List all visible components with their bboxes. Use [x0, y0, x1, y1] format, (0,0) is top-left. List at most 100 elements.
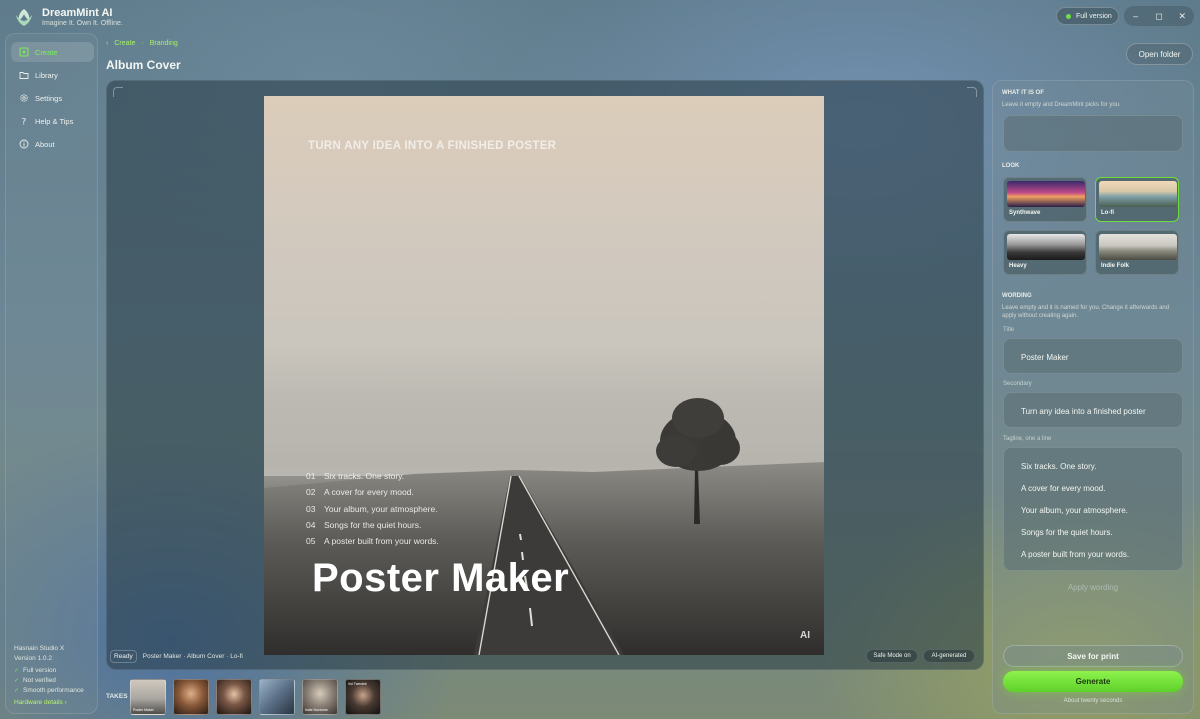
generate-button[interactable]: Generate [1003, 671, 1183, 692]
wording-heading: WORDING [1002, 293, 1032, 299]
track-title: Your album, your atmosphere. [324, 503, 438, 514]
track-number: 02 [306, 487, 316, 498]
version-badge[interactable]: Full version [1056, 7, 1119, 25]
gear-icon [20, 94, 28, 102]
minimize-icon[interactable]: – [1124, 6, 1147, 26]
look-label: Heavy [1009, 263, 1027, 269]
track-number: 04 [306, 520, 316, 531]
tagline-line: Six tracks. One story. [1021, 462, 1097, 471]
frame-corner [113, 87, 123, 97]
poster-tracklist: 01 Six tracks. One story. 02 A cover for e… [306, 468, 439, 549]
app-tagline: Imagine It. Own It. Offline. [42, 20, 123, 27]
status-bar: Ready Poster Maker · Album Cover · Lo-fi [110, 650, 243, 663]
tagline-field-label: Tagline, one a line [1003, 436, 1052, 442]
tagline-line: Songs for the quiet hours. [1021, 528, 1113, 537]
back-chevron-icon[interactable]: ‹ [106, 40, 108, 47]
apply-wording-button[interactable]: Apply wording [1003, 583, 1183, 592]
close-icon[interactable]: ✕ [1171, 6, 1194, 26]
track-number: 03 [306, 503, 316, 514]
take-thumbnail[interactable]: Vol Twentek [345, 679, 381, 715]
question-icon: ? [22, 118, 27, 127]
look-thumbnail [1099, 234, 1177, 260]
sidebar-item-label: Settings [35, 93, 63, 103]
track-row: 01 Six tracks. One story. [306, 468, 439, 484]
maximize-icon[interactable]: ◻ [1147, 6, 1170, 26]
status-info: Poster Maker · Album Cover · Lo-fi [142, 653, 243, 660]
hardware-details-link[interactable]: Hardware details › [14, 699, 67, 706]
wording-hint: Leave empty and it is named for you. Cha… [1002, 305, 1170, 319]
check-label: Smooth performance [23, 687, 84, 694]
open-folder-button[interactable]: Open folder [1126, 43, 1193, 65]
poster-title: Poster Maker [312, 556, 570, 600]
secondary-input-value: Turn any idea into a finished poster [1021, 407, 1146, 416]
secondary-input[interactable]: Turn any idea into a finished poster [1003, 392, 1183, 428]
sidebar-item-label: Create [35, 47, 58, 57]
sidebar-item-about[interactable]: About [11, 134, 94, 154]
tagline-line: A poster built from your words. [1021, 550, 1130, 559]
breadcrumb-branding[interactable]: Branding [150, 40, 178, 47]
track-row: 03 Your album, your atmosphere. [306, 501, 439, 517]
svg-text:?: ? [22, 118, 27, 127]
sidebar-item-label: Help & Tips [35, 116, 74, 126]
track-number: 05 [306, 536, 316, 547]
take-thumbnail[interactable] [173, 679, 209, 715]
check-smooth-performance: ✓ Smooth performance [14, 687, 84, 694]
track-title: A poster built from your words. [324, 536, 439, 547]
take-thumbnail[interactable]: Indie Nocturne [302, 679, 338, 715]
sidebar-item-library[interactable]: Library [11, 65, 94, 85]
sidebar-item-help[interactable]: ? Help & Tips [11, 111, 94, 131]
page-title: Album Cover [106, 58, 181, 72]
title-field-label: Title [1003, 327, 1015, 333]
track-row: 04 Songs for the quiet hours. [306, 517, 439, 533]
track-number: 01 [306, 471, 316, 482]
title-input[interactable]: Poster Maker [1003, 338, 1183, 374]
look-thumbnail [1007, 234, 1085, 260]
subject-input[interactable] [1003, 115, 1183, 152]
tagline-line: Your album, your atmosphere. [1021, 506, 1128, 515]
check-not-verified: ✓ Not verified [14, 677, 56, 684]
sidebar-item-settings[interactable]: Settings [11, 88, 94, 108]
look-indie-folk[interactable]: Indie Folk [1095, 230, 1179, 275]
status-ready: Ready [110, 650, 137, 663]
take-thumbnail[interactable] [259, 679, 295, 715]
status-dot-icon [1066, 13, 1071, 19]
poster-subtitle: TURN ANY IDEA INTO A FINISHED POSTER [308, 140, 557, 152]
check-label: Not verified [23, 677, 56, 684]
poster-preview[interactable]: TURN ANY IDEA INTO A FINISHED POSTER 01 S… [264, 96, 824, 655]
take-caption: Poster Maker [133, 708, 154, 712]
create-icon [19, 47, 29, 57]
sidebar-item-create[interactable]: Create [11, 42, 94, 62]
ai-watermark: AI [800, 630, 810, 641]
save-for-print-button[interactable]: Save for print [1003, 645, 1183, 667]
check-icon: ✓ [14, 668, 20, 674]
folder-icon [19, 72, 29, 79]
take-thumbnail[interactable]: Poster Maker [130, 679, 166, 715]
take-caption: Indie Nocturne [305, 708, 328, 712]
look-synthwave[interactable]: Synthwave [1003, 177, 1087, 222]
ai-generated-chip[interactable]: AI-generated [923, 649, 975, 663]
tagline-textarea[interactable]: Six tracks. One story. A cover for every… [1003, 447, 1183, 571]
sidebar: Create Library Settings ? Help & Tips Ab… [5, 33, 98, 714]
safe-mode-chip[interactable]: Safe Mode on [866, 649, 918, 663]
check-label: Full version [23, 667, 57, 674]
track-title: Songs for the quiet hours. [324, 520, 422, 531]
sidebar-item-label: About [35, 139, 55, 149]
dreammint-logo [16, 9, 32, 26]
generation-time-hint: About twenty seconds [1063, 698, 1123, 704]
takes-label: TAKES [106, 693, 128, 700]
look-lo-fi[interactable]: Lo-fi [1095, 177, 1179, 222]
sidebar-item-label: Library [35, 70, 58, 80]
track-row: 05 A poster built from your words. [306, 533, 439, 549]
tagline-line: A cover for every mood. [1021, 484, 1106, 493]
breadcrumb: ‹ Create · Branding [106, 40, 178, 47]
track-title: A cover for every mood. [324, 487, 414, 498]
window-controls: – ◻ ✕ [1124, 6, 1194, 26]
secondary-field-label: Secondary [1003, 381, 1032, 387]
look-label: Synthwave [1009, 210, 1041, 216]
look-heavy[interactable]: Heavy [1003, 230, 1087, 275]
track-title: Six tracks. One story. [324, 471, 405, 482]
check-icon: ✓ [14, 678, 20, 684]
what-it-is-of-heading: WHAT IT IS OF [1002, 90, 1044, 96]
take-thumbnail[interactable] [216, 679, 252, 715]
breadcrumb-create[interactable]: Create [114, 40, 135, 47]
